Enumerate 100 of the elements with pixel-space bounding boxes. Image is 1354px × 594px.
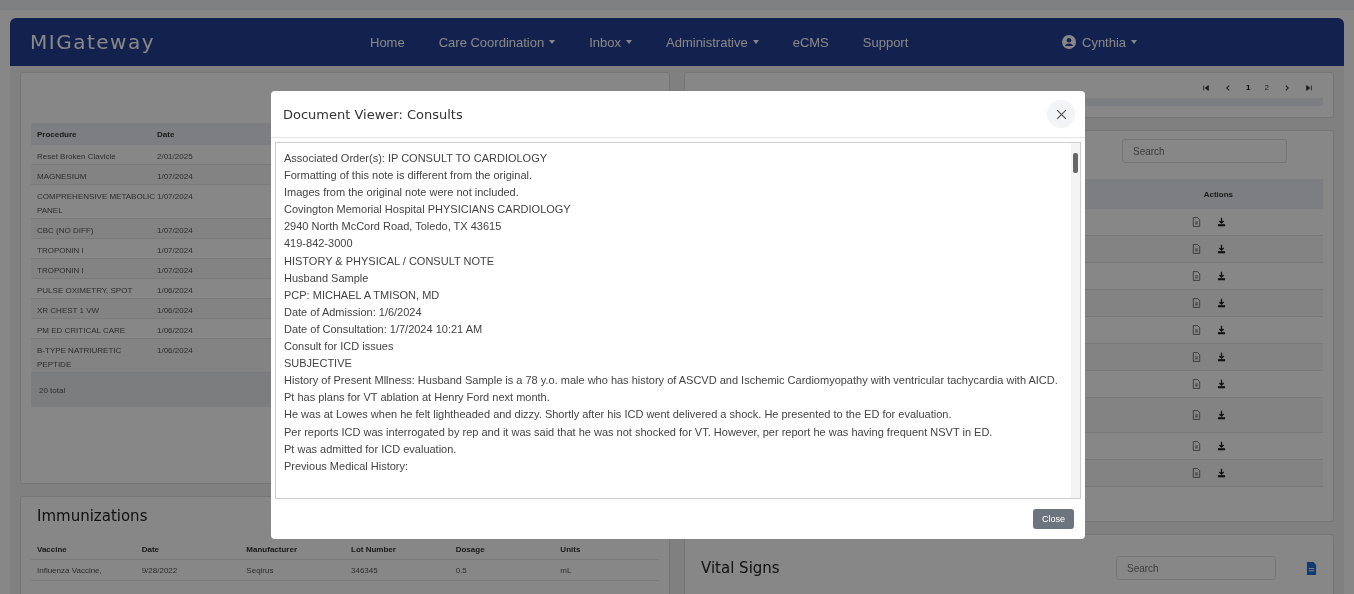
download-icon[interactable] bbox=[1217, 217, 1226, 227]
table-cell-text: 1/06/2024 bbox=[157, 285, 194, 297]
table-cell-text: 9/28/2022 bbox=[140, 565, 179, 575]
table-cell-text: COMPREHENSIVE METABOLIC PANEL bbox=[36, 191, 157, 217]
document-icon[interactable] bbox=[1192, 441, 1201, 451]
table-cell-text: 1/07/2024 bbox=[157, 225, 194, 237]
table-cell-text: 1/06/2024 bbox=[157, 305, 194, 317]
document-icon[interactable] bbox=[1192, 379, 1201, 389]
logo[interactable]: MIGateway bbox=[30, 30, 370, 54]
document-line: Pt has plans for VT ablation at Henry Ford next month. bbox=[284, 390, 551, 406]
download-icon[interactable] bbox=[1217, 352, 1226, 362]
document-line: Date of Consultation: 1/7/2024 10:21 AM bbox=[284, 321, 484, 337]
nav-link[interactable]: eCMS bbox=[792, 34, 829, 50]
nav-link[interactable]: Inbox bbox=[589, 34, 632, 50]
document-line: Images from the original note were not included. bbox=[284, 185, 520, 201]
user-menu[interactable]: Cynthia bbox=[1062, 34, 1138, 50]
table-cell-text: Reset Broken Clavicle bbox=[36, 151, 117, 163]
table-cell-text: 1/07/2024 bbox=[157, 191, 194, 203]
column-header[interactable]: Actions bbox=[1203, 189, 1233, 199]
document-line: He was at Lowes when he felt lightheaded and dizzy. Shortly after his ICD went delivered a shock. He presented to the ED for evaluation. bbox=[284, 407, 953, 423]
document-line: Date of Admission: 1/6/2024 bbox=[284, 304, 423, 320]
column-header[interactable]: Lot Number bbox=[345, 544, 450, 554]
table-cell-text: PM ED CRITICAL CARE bbox=[36, 325, 127, 337]
table-cell-text: Seqirus bbox=[245, 565, 275, 575]
document-line: History of Present Mllness: Husband Sample is a 78 y.o. male who has history of ASCVD and Ischemic Cardiomyopathy with ventricular tachycardia with AICD. bbox=[284, 373, 1059, 389]
close-icon bbox=[1055, 108, 1067, 120]
user-icon bbox=[1062, 35, 1076, 49]
close-button[interactable] bbox=[1047, 100, 1075, 128]
nav-link[interactable]: Home bbox=[370, 34, 405, 50]
table-cell-text: 346345 bbox=[350, 565, 379, 575]
download-icon[interactable] bbox=[1217, 244, 1226, 254]
document-line: 419-842-3000 bbox=[284, 236, 354, 252]
table-cell-text: 1/07/2024 bbox=[157, 171, 194, 183]
page-link[interactable]: 1 bbox=[1246, 83, 1251, 92]
table-cell-text: 0.5 bbox=[454, 565, 468, 575]
table-cell-text: Influenza Vaccine, bbox=[36, 565, 103, 575]
document-line: Associated Order(s): IP CONSULT TO CARDIOLOGY bbox=[284, 151, 549, 166]
first-page-icon[interactable] bbox=[1202, 83, 1211, 92]
column-header[interactable]: Units bbox=[554, 544, 660, 554]
dialog-title: Document Viewer: Consults bbox=[283, 106, 464, 122]
column-header[interactable]: Vaccine bbox=[31, 544, 136, 554]
search-field[interactable]: Search bbox=[1116, 556, 1276, 580]
table-cell-text: XR CHEST 1 VW bbox=[36, 305, 101, 317]
document-line: Consult for ICD issues bbox=[284, 339, 395, 355]
column-header[interactable]: Dosage bbox=[449, 544, 555, 554]
search-field[interactable]: Search bbox=[1122, 139, 1287, 163]
table-cell-text: mL bbox=[559, 565, 573, 575]
document-line: 2940 North McCord Road, Toledo, TX 43615 bbox=[284, 219, 503, 235]
document-icon[interactable] bbox=[1192, 468, 1201, 478]
file-export-icon[interactable] bbox=[1306, 561, 1317, 575]
document-line: HISTORY & PHYSICAL / CONSULT NOTE bbox=[284, 253, 496, 269]
nav-link[interactable]: Support bbox=[862, 34, 909, 50]
table-cell-text: 1/07/2024 bbox=[157, 245, 194, 257]
document-line: Husband Sample bbox=[284, 270, 370, 286]
table-cell-text: MAGNESIUM bbox=[36, 171, 88, 183]
download-icon[interactable] bbox=[1217, 379, 1226, 389]
document-line: PCP: MICHAEL A TMISON, MD bbox=[284, 287, 441, 303]
total-count: 20 total bbox=[39, 385, 66, 395]
card-title: Vital Signs bbox=[701, 559, 781, 577]
download-icon[interactable] bbox=[1217, 468, 1226, 478]
document-text-area[interactable] bbox=[275, 142, 1081, 499]
download-icon[interactable] bbox=[1217, 410, 1226, 420]
document-icon[interactable] bbox=[1192, 298, 1201, 308]
document-icon[interactable] bbox=[1192, 325, 1201, 335]
download-icon[interactable] bbox=[1217, 325, 1226, 335]
nav-link[interactable]: Care Coordination bbox=[438, 34, 556, 50]
scrollbar[interactable] bbox=[1071, 143, 1080, 498]
column-header[interactable]: Manufacturer bbox=[240, 544, 345, 554]
close-button[interactable]: Close bbox=[1033, 509, 1074, 529]
table-cell-text: TROPONIN I bbox=[36, 265, 85, 277]
document-line: SUBJECTIVE bbox=[284, 356, 353, 372]
document-line: Previous Medical History: bbox=[284, 458, 410, 474]
download-icon[interactable] bbox=[1217, 298, 1226, 308]
nav-link[interactable]: Administrative bbox=[666, 34, 759, 50]
document-icon[interactable] bbox=[1192, 217, 1201, 227]
document-line: Formatting of this note is different from the original. bbox=[284, 168, 534, 184]
document-line: Covington Memorial Hospital PHYSICIANS CARDIOLOGY bbox=[284, 202, 572, 218]
document-icon[interactable] bbox=[1192, 352, 1201, 362]
document-icon[interactable] bbox=[1192, 244, 1201, 254]
table-cell-text: PULSE OXIMETRY, SPOT bbox=[36, 285, 134, 297]
page-link[interactable]: 2 bbox=[1264, 83, 1269, 92]
card-title: Immunizations bbox=[37, 507, 149, 525]
download-icon[interactable] bbox=[1217, 441, 1226, 451]
table-cell-text: B-TYPE NATRIURETIC PEPTIDE bbox=[36, 345, 123, 371]
document-icon[interactable] bbox=[1192, 410, 1201, 420]
document-line: Pt was admitted for ICD evaluation. bbox=[284, 441, 458, 457]
column-header[interactable]: Date bbox=[135, 544, 241, 554]
table-cell-text: 1/07/2024 bbox=[157, 265, 194, 277]
column-header[interactable]: Date bbox=[157, 129, 237, 139]
table-cell-text: TROPONIN I bbox=[36, 245, 85, 257]
table-cell-text: CBC (NO DIFF) bbox=[36, 225, 95, 237]
document-icon[interactable] bbox=[1192, 271, 1201, 281]
next-page-icon[interactable] bbox=[1283, 83, 1291, 92]
last-page-icon[interactable] bbox=[1305, 83, 1313, 92]
table-cell-text: 1/06/2024 bbox=[157, 325, 194, 337]
column-header[interactable]: Procedure bbox=[31, 129, 157, 139]
table-cell-text: 2/01/2025 bbox=[157, 151, 194, 163]
document-line: Per reports ICD was interrogated by rep and it was said that he was not shocked for VT. However, per report he was having frequent NSVT in ED. bbox=[284, 424, 994, 440]
table-cell-text: 1/06/2024 bbox=[157, 345, 194, 357]
download-icon[interactable] bbox=[1217, 271, 1226, 281]
